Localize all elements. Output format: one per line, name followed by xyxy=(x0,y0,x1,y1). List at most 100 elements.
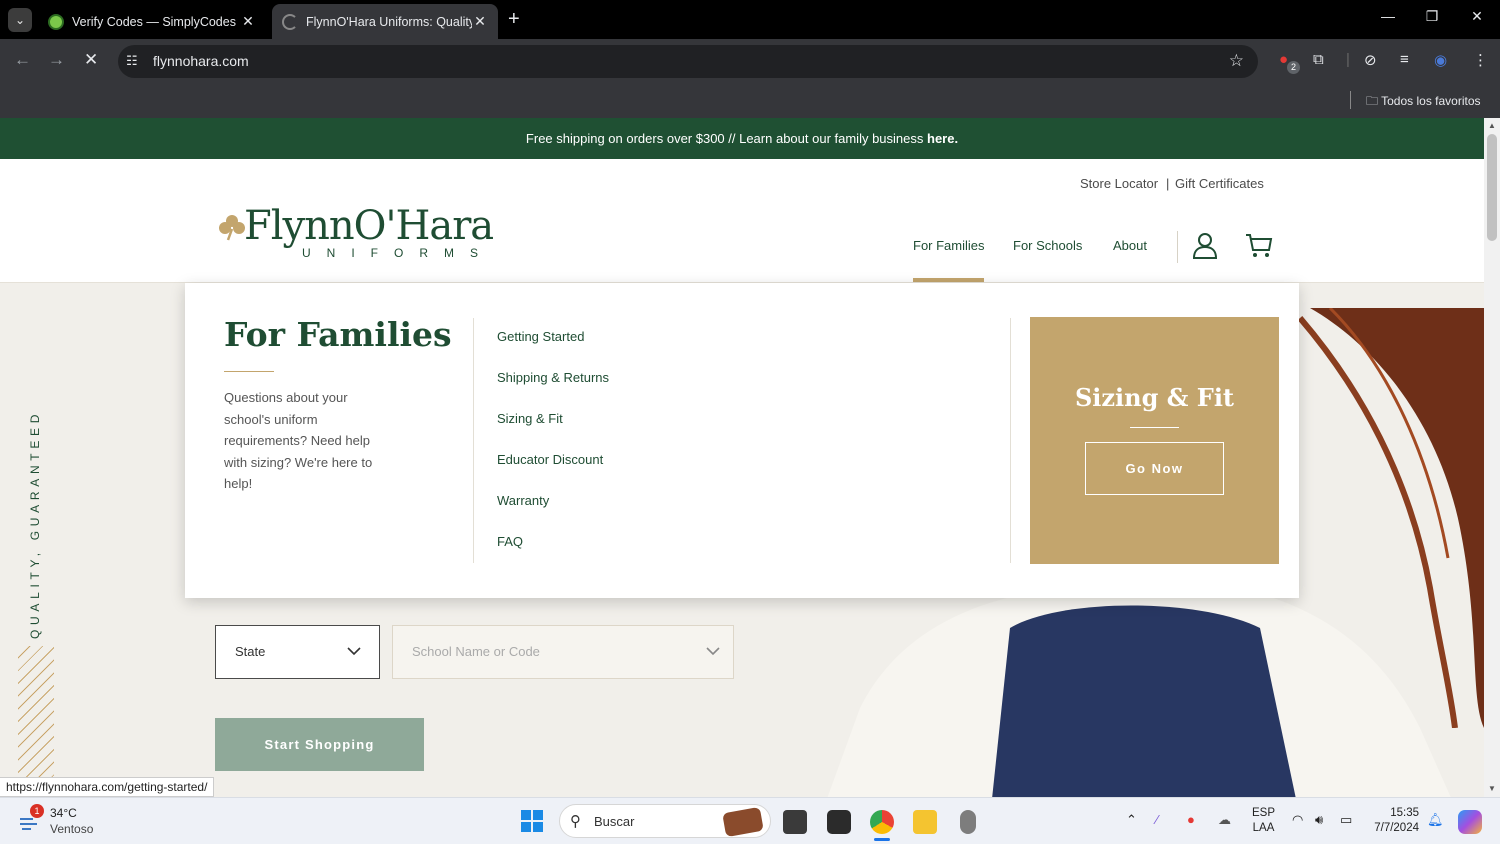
cart-icon[interactable] xyxy=(1245,231,1273,259)
restore-button[interactable]: ❐ xyxy=(1409,8,1455,25)
stop-loading-button[interactable]: ✕ xyxy=(84,50,98,70)
file-explorer-icon[interactable] xyxy=(913,810,937,834)
chevron-down-icon xyxy=(706,647,720,656)
dropdown-title-rule xyxy=(224,371,274,372)
gift-certificates-link[interactable]: Gift Certificates xyxy=(1175,176,1264,191)
logo-subtitle: UNIFORMS xyxy=(302,246,494,260)
show-hidden-icons-chevron-icon[interactable]: ⌃ xyxy=(1126,812,1137,828)
tab-search-button[interactable]: ⌄ xyxy=(8,8,32,32)
language-indicator[interactable]: ESP LAA xyxy=(1252,806,1275,836)
web-page: Free shipping on orders over $300 // Lea… xyxy=(0,118,1484,797)
dropdown-divider-right xyxy=(1010,318,1011,563)
weather-condition[interactable]: Ventoso xyxy=(50,822,93,836)
logo-wordmark[interactable]: FlynnO'Hara xyxy=(244,203,494,249)
system-clock[interactable]: 15:35 7/7/2024 xyxy=(1371,806,1419,836)
tab-title: Verify Codes — SimplyCodes xyxy=(72,14,236,29)
file-app-icon[interactable] xyxy=(783,810,807,834)
link-shipping-returns[interactable]: Shipping & Returns xyxy=(497,370,609,411)
toolbar-divider: | xyxy=(1346,51,1350,68)
forward-button[interactable]: → xyxy=(48,50,65,70)
start-shopping-button[interactable]: Start Shopping xyxy=(215,718,424,771)
active-app-indicator xyxy=(874,838,890,841)
language-code: ESP xyxy=(1252,807,1276,819)
dropdown-links: Getting Started Shipping & Returns Sizin… xyxy=(497,329,609,575)
store-locator-link[interactable]: Store Locator xyxy=(1080,176,1158,191)
bookmark-star-icon[interactable]: ☆ xyxy=(1229,51,1244,71)
nav-for-families[interactable]: For Families xyxy=(913,238,985,253)
weather-badge: 1 xyxy=(30,804,44,818)
hero-uniform-image xyxy=(827,588,1451,797)
link-warranty[interactable]: Warranty xyxy=(497,493,609,534)
chrome-icon[interactable] xyxy=(870,810,894,834)
notification-bell-icon[interactable]: 🔔︎ xyxy=(1427,812,1444,828)
media-controls-icon[interactable]: ≡ xyxy=(1400,51,1409,68)
site-info-icon[interactable]: ☷ xyxy=(126,53,138,69)
windows-start-icon[interactable] xyxy=(521,810,543,832)
mouse-app-icon[interactable] xyxy=(960,810,976,834)
taskbar-search-label: Buscar xyxy=(594,814,635,829)
simplycodes-favicon-icon xyxy=(48,13,64,30)
nav-for-schools[interactable]: For Schools xyxy=(1013,238,1082,253)
state-select[interactable]: State xyxy=(215,625,380,679)
promo-text: Free shipping on orders over $300 // Lea… xyxy=(525,131,927,146)
close-tab-icon[interactable]: ✕ xyxy=(240,13,256,30)
search-highlight-image xyxy=(722,806,764,838)
chevron-down-icon xyxy=(347,647,361,656)
school-search-select[interactable]: School Name or Code xyxy=(392,625,734,679)
dropdown-description: Questions about your school's uniform re… xyxy=(224,390,373,491)
nav-about[interactable]: About xyxy=(1113,238,1147,253)
menu-kebab-icon[interactable]: ⋮ xyxy=(1473,51,1488,69)
copilot-icon[interactable] xyxy=(1458,810,1482,834)
weather-temperature[interactable]: 34°C xyxy=(50,806,77,820)
for-families-dropdown: For Families Questions about your school… xyxy=(185,283,1299,598)
link-getting-started[interactable]: Getting Started xyxy=(497,329,609,370)
wifi-icon[interactable]: ◠ xyxy=(1292,812,1303,828)
all-bookmarks-label: Todos los favoritos xyxy=(1381,94,1481,108)
pen-tray-icon[interactable]: ∕ xyxy=(1156,812,1158,827)
nav-divider xyxy=(1177,231,1178,263)
active-nav-underline xyxy=(913,278,984,282)
tab-flynnohara[interactable]: FlynnO'Hara Uniforms: Quality ✕ xyxy=(272,4,498,39)
quality-guaranteed-text: QUALITY, GUARANTEED xyxy=(24,403,46,639)
scroll-up-icon[interactable]: ▲ xyxy=(1488,121,1496,130)
url-text[interactable]: flynnohara.com xyxy=(153,53,249,69)
performance-icon[interactable]: ⊘ xyxy=(1364,51,1377,69)
account-icon[interactable] xyxy=(1192,231,1218,259)
all-bookmarks-folder[interactable]: 🗀 Todos los favoritos xyxy=(1366,92,1481,113)
volume-icon[interactable]: 🔊︎ xyxy=(1315,812,1323,828)
clock-date: 7/7/2024 xyxy=(1374,822,1419,834)
tab-verify-codes[interactable]: Verify Codes — SimplyCodes ✕ xyxy=(38,4,266,39)
address-bar[interactable]: ☷ flynnohara.com ☆ xyxy=(118,45,1258,78)
go-now-button[interactable]: Go Now xyxy=(1085,442,1224,495)
browser-toolbar: ← → ✕ ☷ flynnohara.com ☆ ● 2 ⧉ | ⊘ ≡ ◉ ⋮ xyxy=(0,39,1500,84)
taskbar-search[interactable]: ⚲ Buscar xyxy=(559,804,771,838)
back-button[interactable]: ← xyxy=(14,50,31,70)
tab-title: FlynnO'Hara Uniforms: Quality xyxy=(306,14,472,29)
close-window-button[interactable]: ✕ xyxy=(1454,8,1500,25)
card-title: Sizing & Fit xyxy=(1074,383,1235,412)
clock-time: 15:35 xyxy=(1390,807,1419,819)
speedometer-app-icon[interactable] xyxy=(827,810,851,834)
promo-here-link[interactable]: here. xyxy=(927,131,958,146)
page-scrollbar[interactable]: ▲ ▼ xyxy=(1484,118,1500,797)
keyboard-layout: LAA xyxy=(1252,822,1275,834)
scroll-down-icon[interactable]: ▼ xyxy=(1488,784,1496,793)
link-educator-discount[interactable]: Educator Discount xyxy=(497,452,609,493)
link-sizing-fit[interactable]: Sizing & Fit xyxy=(497,411,609,452)
battery-icon[interactable]: ▭ xyxy=(1340,812,1352,828)
profile-avatar-icon[interactable]: ◉ xyxy=(1434,51,1447,69)
cloud-tray-icon[interactable]: ☁ xyxy=(1218,812,1231,828)
shamrock-logo-icon xyxy=(219,215,245,241)
dropdown-divider xyxy=(473,318,474,563)
side-tagline: QUALITY, GUARANTEED xyxy=(28,409,42,639)
new-tab-button[interactable]: + xyxy=(508,9,520,29)
minimize-button[interactable]: — xyxy=(1365,8,1411,24)
link-status-bar: https://flynnohara.com/getting-started/ xyxy=(0,777,215,797)
windows-taskbar: 1 34°C Ventoso ⚲ Buscar ⌃ ∕ ● ☁ ESP LAA … xyxy=(0,797,1500,844)
extensions-puzzle-icon[interactable]: ⧉ xyxy=(1313,51,1324,68)
search-icon: ⚲ xyxy=(570,813,581,830)
antivirus-tray-icon[interactable]: ● xyxy=(1187,812,1195,827)
scroll-thumb[interactable] xyxy=(1487,134,1497,241)
close-tab-icon[interactable]: ✕ xyxy=(472,13,488,30)
link-faq[interactable]: FAQ xyxy=(497,534,609,575)
